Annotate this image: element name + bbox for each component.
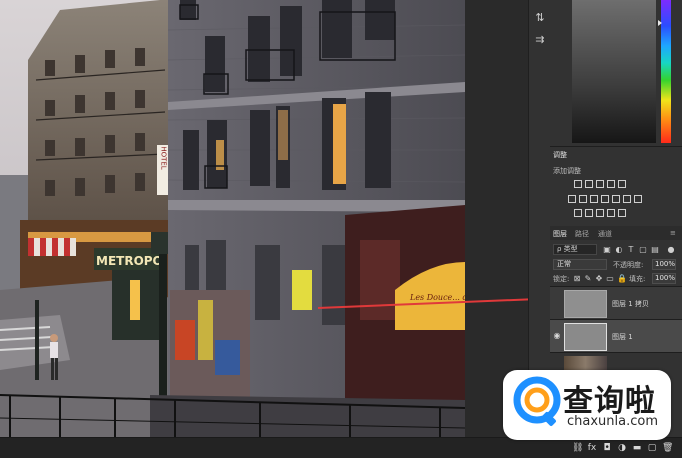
properties-icon[interactable]: ⇅ <box>533 12 547 24</box>
adjustments-row-2 <box>568 195 642 203</box>
layer-thumbnail <box>564 323 607 351</box>
color-picker-field[interactable] <box>572 0 656 143</box>
document-canvas[interactable]: HOTEL METROPO Les Douce... <box>0 0 528 437</box>
channel-mixer-icon[interactable] <box>612 195 620 203</box>
photo-filter-icon[interactable] <box>601 195 609 203</box>
hue-slider[interactable] <box>661 0 671 143</box>
layer-filter-row: ρ 类型 ▣ ◐ T ▢ ▤ ● <box>553 244 679 256</box>
tab-paths[interactable]: 路径 <box>575 229 589 239</box>
adjustments-subtitle: 添加调整 <box>553 167 581 175</box>
filter-toggle-icon[interactable]: ● <box>667 245 675 254</box>
new-adjustment-icon[interactable]: ◑ <box>617 443 627 453</box>
tab-layers[interactable]: 图层 <box>553 229 567 239</box>
watermark-url: chaxunla.com <box>567 414 658 429</box>
blend-row: 正常 不透明度: 100% <box>553 259 679 271</box>
layer-thumbnail <box>564 290 607 318</box>
new-group-icon[interactable]: ▬ <box>632 443 642 453</box>
exposure-icon[interactable] <box>607 180 615 188</box>
color-lookup-icon[interactable] <box>623 195 631 203</box>
layer-name[interactable]: 图层 1 <box>612 332 633 342</box>
street-photo: HOTEL METROPO Les Douce... <box>0 0 465 437</box>
link-layers-icon[interactable]: ⛓ <box>572 443 583 453</box>
trash-icon[interactable]: 🗑 <box>662 443 673 453</box>
add-mask-icon[interactable]: ◘ <box>602 443 612 453</box>
black-white-icon[interactable] <box>590 195 598 203</box>
vibrance-icon[interactable] <box>618 180 626 188</box>
selective-color-icon[interactable] <box>618 209 626 217</box>
hotel-sign: HOTEL <box>160 146 168 169</box>
adjustment-filter-icon[interactable]: ◐ <box>615 245 623 254</box>
lock-position-icon[interactable]: ✥ <box>595 274 603 283</box>
fill-input[interactable]: 100% <box>652 273 676 284</box>
layers-tabs: 图层 路径 通道 ≡ <box>550 226 682 240</box>
shape-filter-icon[interactable]: ▢ <box>639 245 647 254</box>
fx-icon[interactable]: fx <box>587 443 597 453</box>
layer-row[interactable]: 图层 1 拷贝 <box>550 287 682 319</box>
posterize-icon[interactable] <box>585 209 593 217</box>
adjustments-row-3 <box>574 209 626 217</box>
hue-marker-icon[interactable] <box>658 20 662 26</box>
new-layer-icon[interactable]: ▢ <box>647 443 657 453</box>
watermark-badge: 查询啦 chaxunla.com <box>503 370 671 440</box>
opacity-label: 不透明度: <box>613 261 644 269</box>
color-balance-icon[interactable] <box>579 195 587 203</box>
smart-filter-icon[interactable]: ▤ <box>651 245 659 254</box>
layer-row[interactable]: ◉ 图层 1 <box>550 320 682 352</box>
lock-image-icon[interactable]: ✎ <box>584 274 592 283</box>
visibility-eye-icon[interactable]: ◉ <box>552 331 562 341</box>
lock-row: 锁定: ⊠ ✎ ✥ ▭ 🔒 填充: 100% <box>553 273 679 285</box>
fill-label: 填充: <box>629 275 646 283</box>
grid-icon[interactable] <box>634 195 642 203</box>
lock-transparent-icon[interactable]: ⊠ <box>573 274 581 283</box>
bottom-status-bar: ⛓ fx ◘ ◑ ▬ ▢ 🗑 <box>0 437 682 458</box>
opacity-input[interactable]: 100% <box>652 259 676 270</box>
lock-label: 锁定: <box>553 275 570 283</box>
invert-icon[interactable] <box>574 209 582 217</box>
blend-mode-select[interactable]: 正常 <box>553 259 607 270</box>
brightness-icon[interactable] <box>574 180 582 188</box>
levels-icon[interactable] <box>585 180 593 188</box>
type-filter-icon[interactable]: T <box>627 245 635 254</box>
hue-saturation-icon[interactable] <box>568 195 576 203</box>
pixel-filter-icon[interactable]: ▣ <box>603 245 611 254</box>
threshold-icon[interactable] <box>596 209 604 217</box>
metro-sign: METROPO <box>96 254 163 268</box>
lock-artboard-icon[interactable]: ▭ <box>606 274 614 283</box>
adjustments-title: 调整 <box>553 151 567 159</box>
panel-menu-icon[interactable]: ≡ <box>670 229 676 237</box>
lock-all-icon[interactable]: 🔒 <box>617 274 627 283</box>
layer-filter-select[interactable]: ρ 类型 <box>553 244 597 255</box>
adjustments-row-1 <box>574 180 626 188</box>
shop-sign: Les Douce... de Cenelli <box>409 293 465 302</box>
layer-name[interactable]: 图层 1 拷贝 <box>612 299 649 309</box>
gradient-map-icon[interactable] <box>607 209 615 217</box>
tab-channels[interactable]: 通道 <box>598 229 612 239</box>
curves-icon[interactable] <box>596 180 604 188</box>
magnifier-logo-icon <box>513 376 561 426</box>
sliders-icon[interactable]: ⇉ <box>533 34 547 46</box>
